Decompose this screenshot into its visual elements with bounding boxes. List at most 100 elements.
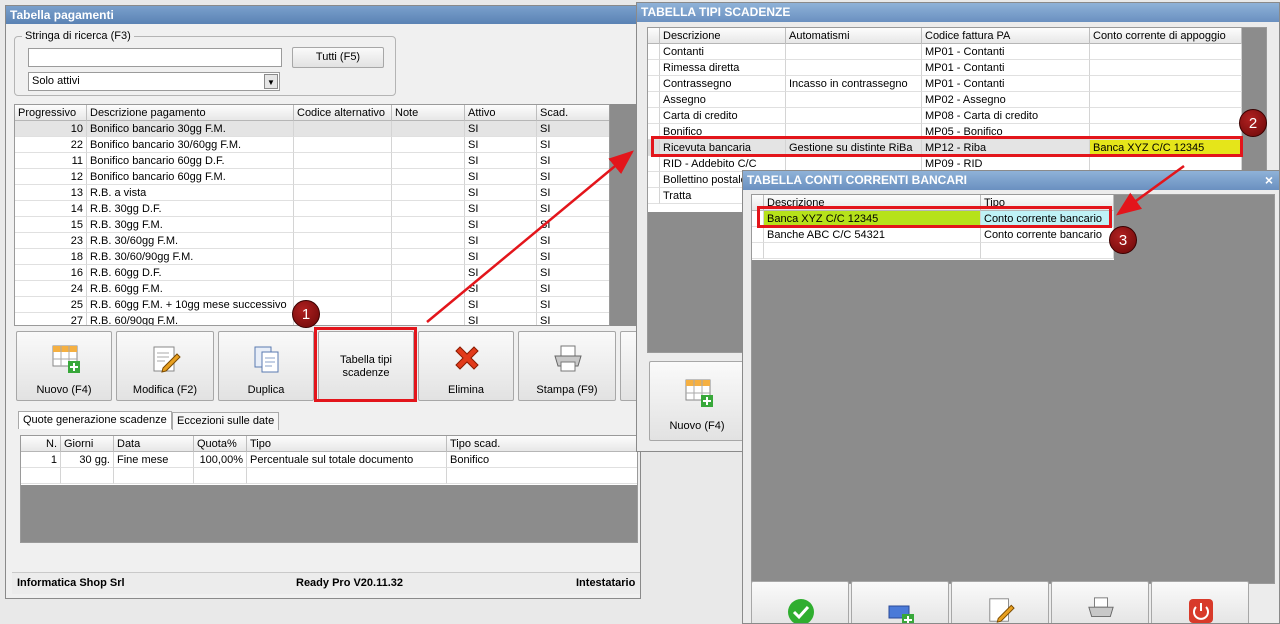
col-header[interactable]: Quota% xyxy=(194,436,247,452)
conto-cell: Banche ABC C/C 54321 xyxy=(764,227,981,243)
empty-cell xyxy=(114,468,194,484)
table-cell: 15 xyxy=(15,217,87,233)
conto-cell xyxy=(981,243,1114,259)
scadenze-cell: Carta di credito xyxy=(660,108,786,124)
table-cell xyxy=(294,185,392,201)
col-header[interactable]: Data xyxy=(114,436,194,452)
duplicate-button-label: Duplica xyxy=(247,384,285,396)
edit-conto-button[interactable] xyxy=(951,581,1049,623)
col-header[interactable]: Progressivo xyxy=(15,105,87,121)
filter-select-value: Solo attivi xyxy=(32,75,80,87)
col-header[interactable]: Giorni xyxy=(61,436,114,452)
scadenze-cell: MP01 - Contanti xyxy=(922,44,1090,60)
col-header[interactable]: Tipo scad. xyxy=(447,436,637,452)
col-header[interactable]: Note xyxy=(392,105,465,121)
row-indicator xyxy=(648,156,660,172)
col-header[interactable]: N. xyxy=(21,436,61,452)
scadenze-title: TABELLA TIPI SCADENZE xyxy=(637,3,1279,22)
table-cell: R.B. 30gg F.M. xyxy=(87,217,294,233)
col-header xyxy=(648,28,660,44)
quote-n: 1 xyxy=(21,452,61,468)
search-input[interactable] xyxy=(28,48,282,67)
all-button[interactable]: Tutti (F5) xyxy=(292,47,384,68)
table-cell: SI xyxy=(537,153,609,169)
table-cell: SI xyxy=(465,217,537,233)
annotation-badge-2: 2 xyxy=(1239,109,1267,137)
scadenze-cell xyxy=(1090,108,1242,124)
col-header[interactable]: Descrizione xyxy=(660,28,786,44)
col-header[interactable]: Automatismi xyxy=(786,28,922,44)
col-header[interactable]: Attivo xyxy=(465,105,537,121)
print-conto-button[interactable] xyxy=(1051,581,1149,623)
table-cell xyxy=(294,169,392,185)
payments-table: Progressivo Descrizione pagamento Codice… xyxy=(14,104,610,326)
scadenze-cell: Contrassegno xyxy=(660,76,786,92)
table-cell: R.B. 60/90gg F.M. xyxy=(87,313,294,325)
close-icon[interactable]: × xyxy=(1265,171,1273,190)
table-cell: SI xyxy=(537,185,609,201)
table-cell: SI xyxy=(537,249,609,265)
table-cell: SI xyxy=(537,121,609,137)
scadenze-new-button[interactable]: Nuovo (F4) xyxy=(649,361,745,441)
all-button-label: Tutti (F5) xyxy=(315,51,361,63)
edit-icon xyxy=(989,598,1015,623)
annotation-box-banca-xyz xyxy=(757,206,1112,228)
quote-table-header: N. Giorni Data Quota% Tipo Tipo scad. xyxy=(21,436,637,452)
table-cell xyxy=(392,121,465,137)
quote-data: Fine mese xyxy=(114,452,194,468)
scadenze-cell: MP08 - Carta di credito xyxy=(922,108,1090,124)
chevron-down-icon[interactable]: ▼ xyxy=(264,74,278,89)
col-header[interactable]: Descrizione pagamento xyxy=(87,105,294,121)
main-title: Tabella pagamenti xyxy=(6,6,640,24)
exit-conto-button[interactable] xyxy=(1151,581,1249,623)
col-header[interactable]: Codice fattura PA xyxy=(922,28,1090,44)
table-cell xyxy=(392,249,465,265)
scadenze-cell xyxy=(1090,76,1242,92)
table-cell: SI xyxy=(465,201,537,217)
table-cell xyxy=(294,137,392,153)
col-header[interactable]: Tipo xyxy=(247,436,447,452)
quote-giorni: 30 gg. xyxy=(61,452,114,468)
conto-cell: Conto corrente bancario xyxy=(981,227,1114,243)
filter-select[interactable]: Solo attivi ▼ xyxy=(28,72,280,91)
col-header[interactable]: Conto corrente di appoggio xyxy=(1090,28,1242,44)
edit-button[interactable]: Modifica (F2) xyxy=(116,331,214,401)
table-cell: 16 xyxy=(15,265,87,281)
table-cell xyxy=(392,201,465,217)
confirm-button[interactable] xyxy=(751,581,849,623)
col-header[interactable]: Scad. xyxy=(537,105,609,121)
col-header[interactable]: Codice alternativo xyxy=(294,105,392,121)
table-cell: 12 xyxy=(15,169,87,185)
table-cell xyxy=(392,265,465,281)
table-cell: SI xyxy=(465,137,537,153)
scadenze-cell: Contanti xyxy=(660,44,786,60)
delete-button[interactable]: Elimina xyxy=(418,331,514,401)
table-cell: SI xyxy=(537,217,609,233)
tab-quote[interactable]: Quote generazione scadenze xyxy=(18,411,172,429)
scadenze-cell xyxy=(1090,92,1242,108)
table-cell xyxy=(392,185,465,201)
print-button[interactable]: Stampa (F9) xyxy=(518,331,616,401)
table-cell: R.B. 30/60/90gg F.M. xyxy=(87,249,294,265)
table-cell: SI xyxy=(465,281,537,297)
edit-icon xyxy=(153,346,181,373)
conto-cell xyxy=(764,243,981,259)
conti-window: TABELLA CONTI CORRENTI BANCARI × Descriz… xyxy=(742,170,1280,624)
table-cell: 22 xyxy=(15,137,87,153)
duplicate-button[interactable]: Duplica xyxy=(218,331,314,401)
tab-eccezioni[interactable]: Eccezioni sulle date xyxy=(172,412,280,430)
table-cell xyxy=(392,281,465,297)
table-cell: SI xyxy=(537,137,609,153)
row-indicator xyxy=(648,60,660,76)
scadenze-cell xyxy=(786,44,922,60)
new-conto-button[interactable] xyxy=(851,581,949,623)
power-icon xyxy=(1189,599,1213,623)
status-company: Informatica Shop Srl xyxy=(17,577,125,589)
main-window: Tabella pagamenti Stringa di ricerca (F3… xyxy=(5,5,641,599)
table-cell: SI xyxy=(537,265,609,281)
scadenze-cell: Rimessa diretta xyxy=(660,60,786,76)
table-cell: SI xyxy=(465,185,537,201)
new-button[interactable]: Nuovo (F4) xyxy=(16,331,112,401)
quote-percent: 100,00% xyxy=(194,452,247,468)
table-cell: SI xyxy=(537,233,609,249)
